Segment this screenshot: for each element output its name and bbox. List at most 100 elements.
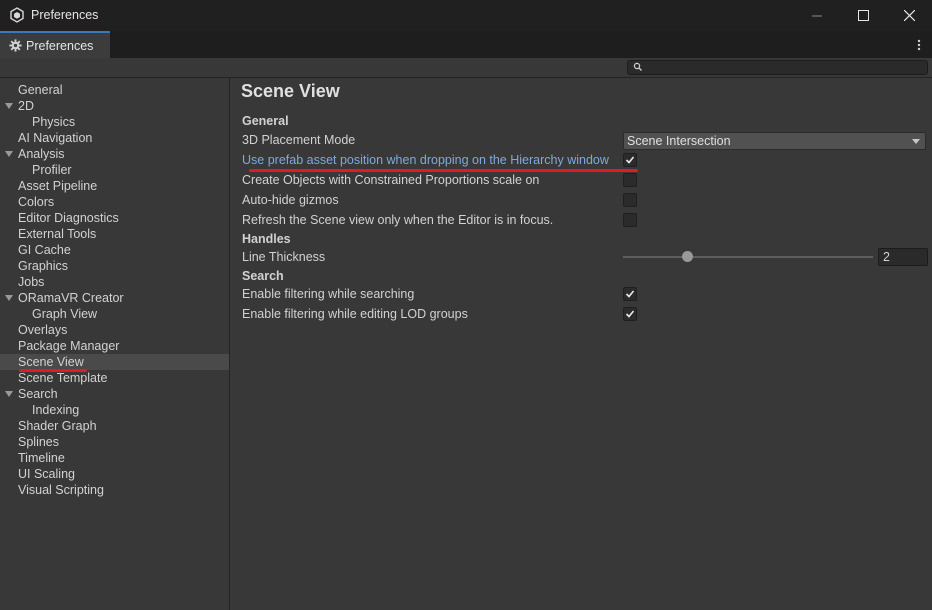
sidebar-item-jobs[interactable]: Jobs <box>0 274 229 290</box>
section-handles-header: Handles <box>242 232 291 246</box>
autohide-gizmos-checkbox[interactable] <box>623 193 637 207</box>
sidebar-item-label: GI Cache <box>18 243 71 257</box>
placement-mode-label: 3D Placement Mode <box>242 133 356 147</box>
sidebar-item-timeline[interactable]: Timeline <box>0 450 229 466</box>
annotation-underline-scene-view <box>19 369 87 372</box>
prefab-position-checkbox[interactable] <box>623 153 637 167</box>
refresh-focus-checkbox[interactable] <box>623 213 637 227</box>
checkmark-icon <box>625 156 635 164</box>
sidebar-item-graph-view[interactable]: Graph View <box>0 306 229 322</box>
constrained-proportions-label: Create Objects with Constrained Proporti… <box>242 173 540 187</box>
sidebar-item-colors[interactable]: Colors <box>0 194 229 210</box>
sidebar-item-profiler[interactable]: Profiler <box>0 162 229 178</box>
sidebar-item-label: Profiler <box>32 163 72 177</box>
filter-lod-label: Enable filtering while editing LOD group… <box>242 307 468 321</box>
sidebar-item-label: Visual Scripting <box>18 483 104 497</box>
sidebar-item-scene-view[interactable]: Scene View <box>0 354 229 370</box>
expand-arrow-icon[interactable] <box>5 391 13 397</box>
settings-panel: Scene View General 3D Placement Mode Sce… <box>231 78 932 610</box>
unity-icon <box>10 7 24 23</box>
sidebar-item-label: Scene View <box>18 355 84 369</box>
sidebar-item-label: Analysis <box>18 147 65 161</box>
filter-searching-checkbox[interactable] <box>623 287 637 301</box>
sidebar-item-external-tools[interactable]: External Tools <box>0 226 229 242</box>
maximize-icon <box>857 10 869 21</box>
search-row <box>0 58 932 78</box>
sidebar-item-2d[interactable]: 2D <box>0 98 229 114</box>
sidebar-item-label: Graph View <box>32 307 98 321</box>
sidebar-item-label: AI Navigation <box>18 131 93 145</box>
sidebar-item-label: Search <box>18 387 58 401</box>
sidebar-item-label: Overlays <box>18 323 68 337</box>
filter-lod-checkbox[interactable] <box>623 307 637 321</box>
sidebar-item-label: Shader Graph <box>18 419 97 433</box>
sidebar-item-ui-scaling[interactable]: UI Scaling <box>0 466 229 482</box>
line-thickness-field[interactable]: 2 <box>878 248 928 266</box>
maximize-button[interactable] <box>840 0 886 31</box>
sidebar-item-label: Scene Template <box>18 371 108 385</box>
sidebar-item-ai-navigation[interactable]: AI Navigation <box>0 130 229 146</box>
sidebar-item-visual-scripting[interactable]: Visual Scripting <box>0 482 229 498</box>
sidebar-item-label: Colors <box>18 195 55 209</box>
sidebar-item-label: 2D <box>18 99 34 113</box>
sidebar-item-general[interactable]: General <box>0 82 229 98</box>
sidebar-item-label: ORamaVR Creator <box>18 291 124 305</box>
sidebar-item-label: UI Scaling <box>18 467 75 481</box>
sidebar-item-label: Asset Pipeline <box>18 179 98 193</box>
refresh-focus-label: Refresh the Scene view only when the Edi… <box>242 213 554 227</box>
tab-label: Preferences <box>26 38 94 53</box>
sidebar-item-scene-template[interactable]: Scene Template <box>0 370 229 386</box>
sidebar-item-shader-graph[interactable]: Shader Graph <box>0 418 229 434</box>
sidebar-item-label: External Tools <box>18 227 97 241</box>
sidebar-item-overlays[interactable]: Overlays <box>0 322 229 338</box>
annotation-underline-prefab <box>249 169 638 172</box>
section-search-header: Search <box>242 269 284 283</box>
placement-mode-value: Scene Intersection <box>627 134 731 148</box>
chevron-down-icon <box>912 139 920 144</box>
search-icon <box>633 62 642 71</box>
section-general-header: General <box>242 114 289 128</box>
tab-preferences[interactable]: Preferences <box>0 31 110 58</box>
sidebar-item-label: Editor Diagnostics <box>18 211 119 225</box>
sidebar-item-asset-pipeline[interactable]: Asset Pipeline <box>0 178 229 194</box>
sidebar-item-graphics[interactable]: Graphics <box>0 258 229 274</box>
sidebar-item-analysis[interactable]: Analysis <box>0 146 229 162</box>
checkmark-icon <box>625 310 635 318</box>
sidebar-item-label: General <box>18 83 63 97</box>
sidebar-item-label: Splines <box>18 435 59 449</box>
sidebar-item-label: Indexing <box>32 403 80 417</box>
sidebar-item-oramavr-creator[interactable]: ORamaVR Creator <box>0 290 229 306</box>
sidebar-item-package-manager[interactable]: Package Manager <box>0 338 229 354</box>
sidebar-item-label: Graphics <box>18 259 69 273</box>
title-bar: Preferences <box>0 0 932 31</box>
close-icon <box>903 10 915 21</box>
gear-icon <box>9 39 22 52</box>
tab-bar: Preferences <box>0 31 932 58</box>
kebab-menu-icon[interactable] <box>914 37 924 53</box>
sidebar-item-splines[interactable]: Splines <box>0 434 229 450</box>
autohide-gizmos-label: Auto-hide gizmos <box>242 193 339 207</box>
close-button[interactable] <box>886 0 932 31</box>
filter-searching-label: Enable filtering while searching <box>242 287 415 301</box>
sidebar-item-editor-diagnostics[interactable]: Editor Diagnostics <box>0 210 229 226</box>
expand-arrow-icon[interactable] <box>5 103 13 109</box>
slider-thumb[interactable] <box>682 251 693 262</box>
sidebar-item-physics[interactable]: Physics <box>0 114 229 130</box>
sidebar-item-search[interactable]: Search <box>0 386 229 402</box>
line-thickness-slider[interactable] <box>623 256 873 258</box>
sidebar: General 2D Physics AI Navigation Analysis Pro… <box>0 78 230 610</box>
sidebar-item-label: Physics <box>32 115 76 129</box>
expand-arrow-icon[interactable] <box>5 151 13 157</box>
sidebar-item-label: Package Manager <box>18 339 120 353</box>
sidebar-item-indexing[interactable]: Indexing <box>0 402 229 418</box>
expand-arrow-icon[interactable] <box>5 295 13 301</box>
line-thickness-label: Line Thickness <box>242 250 326 264</box>
sidebar-item-label: Jobs <box>18 275 45 289</box>
minimize-button[interactable] <box>794 0 840 31</box>
sidebar-item-gi-cache[interactable]: GI Cache <box>0 242 229 258</box>
prefab-position-label: Use prefab asset position when dropping … <box>242 153 609 167</box>
placement-mode-dropdown[interactable]: Scene Intersection <box>623 132 926 150</box>
constrained-proportions-checkbox[interactable] <box>623 173 637 187</box>
page-title: Scene View <box>241 81 340 101</box>
search-input[interactable] <box>627 60 928 75</box>
